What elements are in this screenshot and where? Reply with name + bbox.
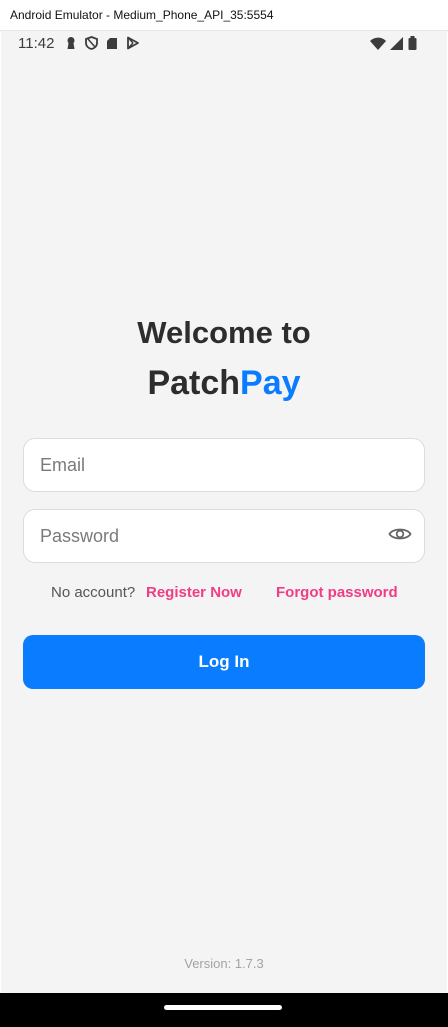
register-now-link[interactable]: Register Now — [146, 584, 242, 601]
emulator-window-title: Android Emulator - Medium_Phone_API_35:5… — [0, 0, 448, 31]
shield-icon — [85, 36, 98, 50]
email-field-container — [23, 438, 425, 492]
sd-card-icon — [106, 37, 118, 50]
status-bar: 11:42 — [1, 31, 447, 57]
brand-logo-text: PatchPay — [1, 364, 447, 403]
status-icons-right — [370, 36, 417, 50]
signal-icon — [390, 36, 404, 50]
forgot-password-link[interactable]: Forgot password — [276, 584, 398, 601]
app-version-label: Version: 1.7.3 — [184, 956, 264, 971]
play-store-icon — [126, 36, 139, 50]
status-time: 11:42 — [18, 35, 55, 52]
phone-screen: 11:42 Welcome to PatchPay Email No accou… — [1, 31, 447, 993]
show-password-toggle[interactable] — [387, 525, 413, 547]
email-input[interactable] — [40, 439, 370, 491]
home-gesture-handle[interactable] — [164, 1005, 282, 1010]
status-icons-left — [65, 36, 139, 50]
wifi-icon — [370, 37, 386, 50]
password-field-container — [23, 509, 425, 563]
password-input[interactable] — [40, 510, 370, 562]
welcome-heading: Welcome to — [137, 315, 311, 350]
login-button[interactable]: Log In — [23, 635, 425, 689]
account-links-row: No account? Register Now Forgot password — [1, 584, 447, 604]
eye-icon — [388, 526, 412, 547]
gesture-nav-bar — [0, 993, 448, 1027]
no-account-label: No account? — [51, 584, 136, 601]
battery-icon — [408, 36, 417, 50]
brand-part-patch: Patch — [147, 364, 241, 402]
keyhole-icon — [65, 36, 77, 50]
brand-part-pay: Pay — [240, 364, 301, 402]
